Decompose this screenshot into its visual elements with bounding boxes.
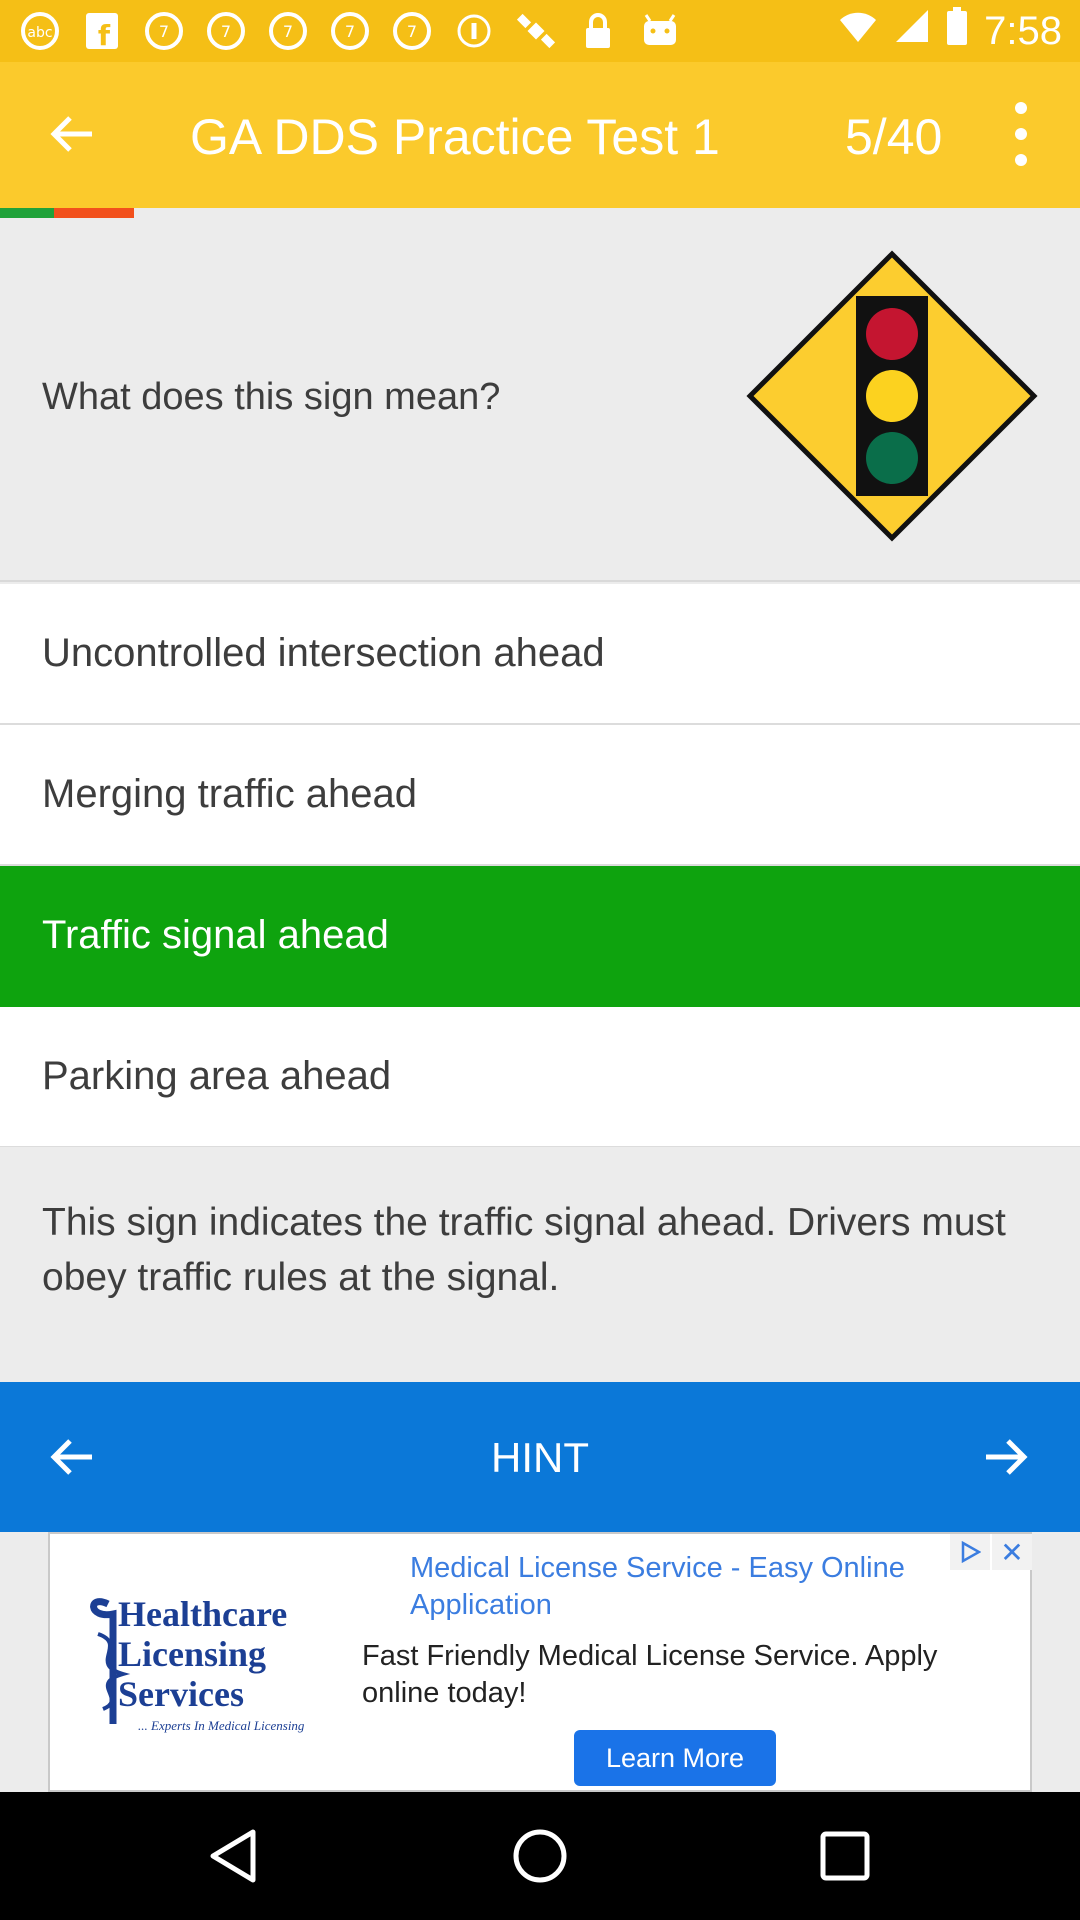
answer-option-label: Uncontrolled intersection ahead	[42, 631, 605, 675]
abc7-icon: abc	[18, 9, 62, 53]
signal-icon	[894, 8, 930, 54]
status-bar: abc f 7 7 7 7 7 7:58	[0, 0, 1080, 62]
abc7-icon: 7	[328, 9, 372, 53]
notification-icons: abc f 7 7 7 7 7	[18, 9, 682, 53]
wifi-icon	[838, 9, 878, 54]
bottom-navigation-bar: HINT	[0, 1382, 1080, 1532]
answer-option-label: Traffic signal ahead	[42, 913, 389, 957]
abc7-icon: 7	[266, 9, 310, 53]
svg-text:Licensing: Licensing	[118, 1634, 266, 1674]
healthcare-licensing-logo: Healthcare Licensing Services ... Expert…	[78, 1574, 358, 1754]
answer-option[interactable]: Merging traffic ahead	[0, 725, 1080, 866]
answer-option[interactable]: Parking area ahead	[0, 1007, 1080, 1148]
svg-text:7: 7	[159, 22, 169, 41]
satellite-icon	[514, 9, 558, 53]
nav-home-icon[interactable]	[510, 1826, 570, 1886]
ad-banner[interactable]: Healthcare Licensing Services ... Expert…	[48, 1532, 1032, 1792]
page-title: GA DDS Practice Test 1	[190, 109, 720, 165]
info-icon	[452, 9, 496, 53]
app-bar: GA DDS Practice Test 1 5/40	[0, 62, 1080, 208]
traffic-signal-sign-icon	[746, 250, 1038, 542]
system-indicators: 7:58	[838, 7, 1062, 55]
question-card: What does this sign mean?	[0, 218, 1080, 582]
svg-text:7: 7	[221, 22, 231, 41]
question-text: What does this sign mean?	[42, 376, 501, 418]
svg-text:Services: Services	[118, 1674, 244, 1714]
back-arrow-icon[interactable]	[44, 106, 100, 162]
svg-text:... Experts In Medical Licensi: ... Experts In Medical Licensing	[138, 1718, 305, 1733]
android-icon	[638, 9, 682, 53]
svg-text:f: f	[98, 19, 111, 51]
svg-text:7: 7	[345, 22, 355, 41]
lock-icon	[576, 9, 620, 53]
hint-button[interactable]: HINT	[0, 1434, 1080, 1482]
clock: 7:58	[984, 8, 1062, 53]
answer-option[interactable]: Uncontrolled intersection ahead	[0, 584, 1080, 725]
question-counter: 5/40	[845, 109, 943, 165]
abc7-icon: 7	[142, 9, 186, 53]
nav-back-icon[interactable]	[205, 1826, 265, 1886]
svg-text:abc: abc	[27, 25, 52, 41]
progress-correct-segment	[0, 208, 54, 218]
answer-explanation: This sign indicates the traffic signal a…	[0, 1147, 1080, 1382]
abc7-icon: 7	[204, 9, 248, 53]
answer-option-label: Merging traffic ahead	[42, 772, 418, 816]
answer-option-correct[interactable]: Traffic signal ahead	[0, 866, 1080, 1007]
nav-recents-icon[interactable]	[815, 1826, 875, 1886]
close-ad-icon[interactable]: ✕	[992, 1534, 1032, 1570]
svg-text:Healthcare: Healthcare	[118, 1594, 287, 1634]
facebook-icon: f	[80, 9, 124, 53]
svg-text:7: 7	[407, 22, 417, 41]
learn-more-button[interactable]: Learn More	[574, 1730, 776, 1786]
ad-title-link[interactable]: Medical License Service - Easy Online Ap…	[410, 1550, 970, 1624]
battery-icon	[946, 7, 968, 55]
ad-description: Fast Friendly Medical License Service. A…	[362, 1640, 938, 1709]
next-question-icon[interactable]	[978, 1429, 1034, 1485]
overflow-menu-icon[interactable]	[1006, 102, 1036, 166]
adchoices-icon[interactable]	[950, 1534, 990, 1570]
answer-progress	[0, 208, 134, 218]
svg-text:7: 7	[283, 22, 293, 41]
abc7-icon: 7	[390, 9, 434, 53]
system-navigation-bar	[0, 1792, 1080, 1920]
progress-wrong-segment	[54, 208, 134, 218]
answer-option-label: Parking area ahead	[42, 1054, 392, 1098]
